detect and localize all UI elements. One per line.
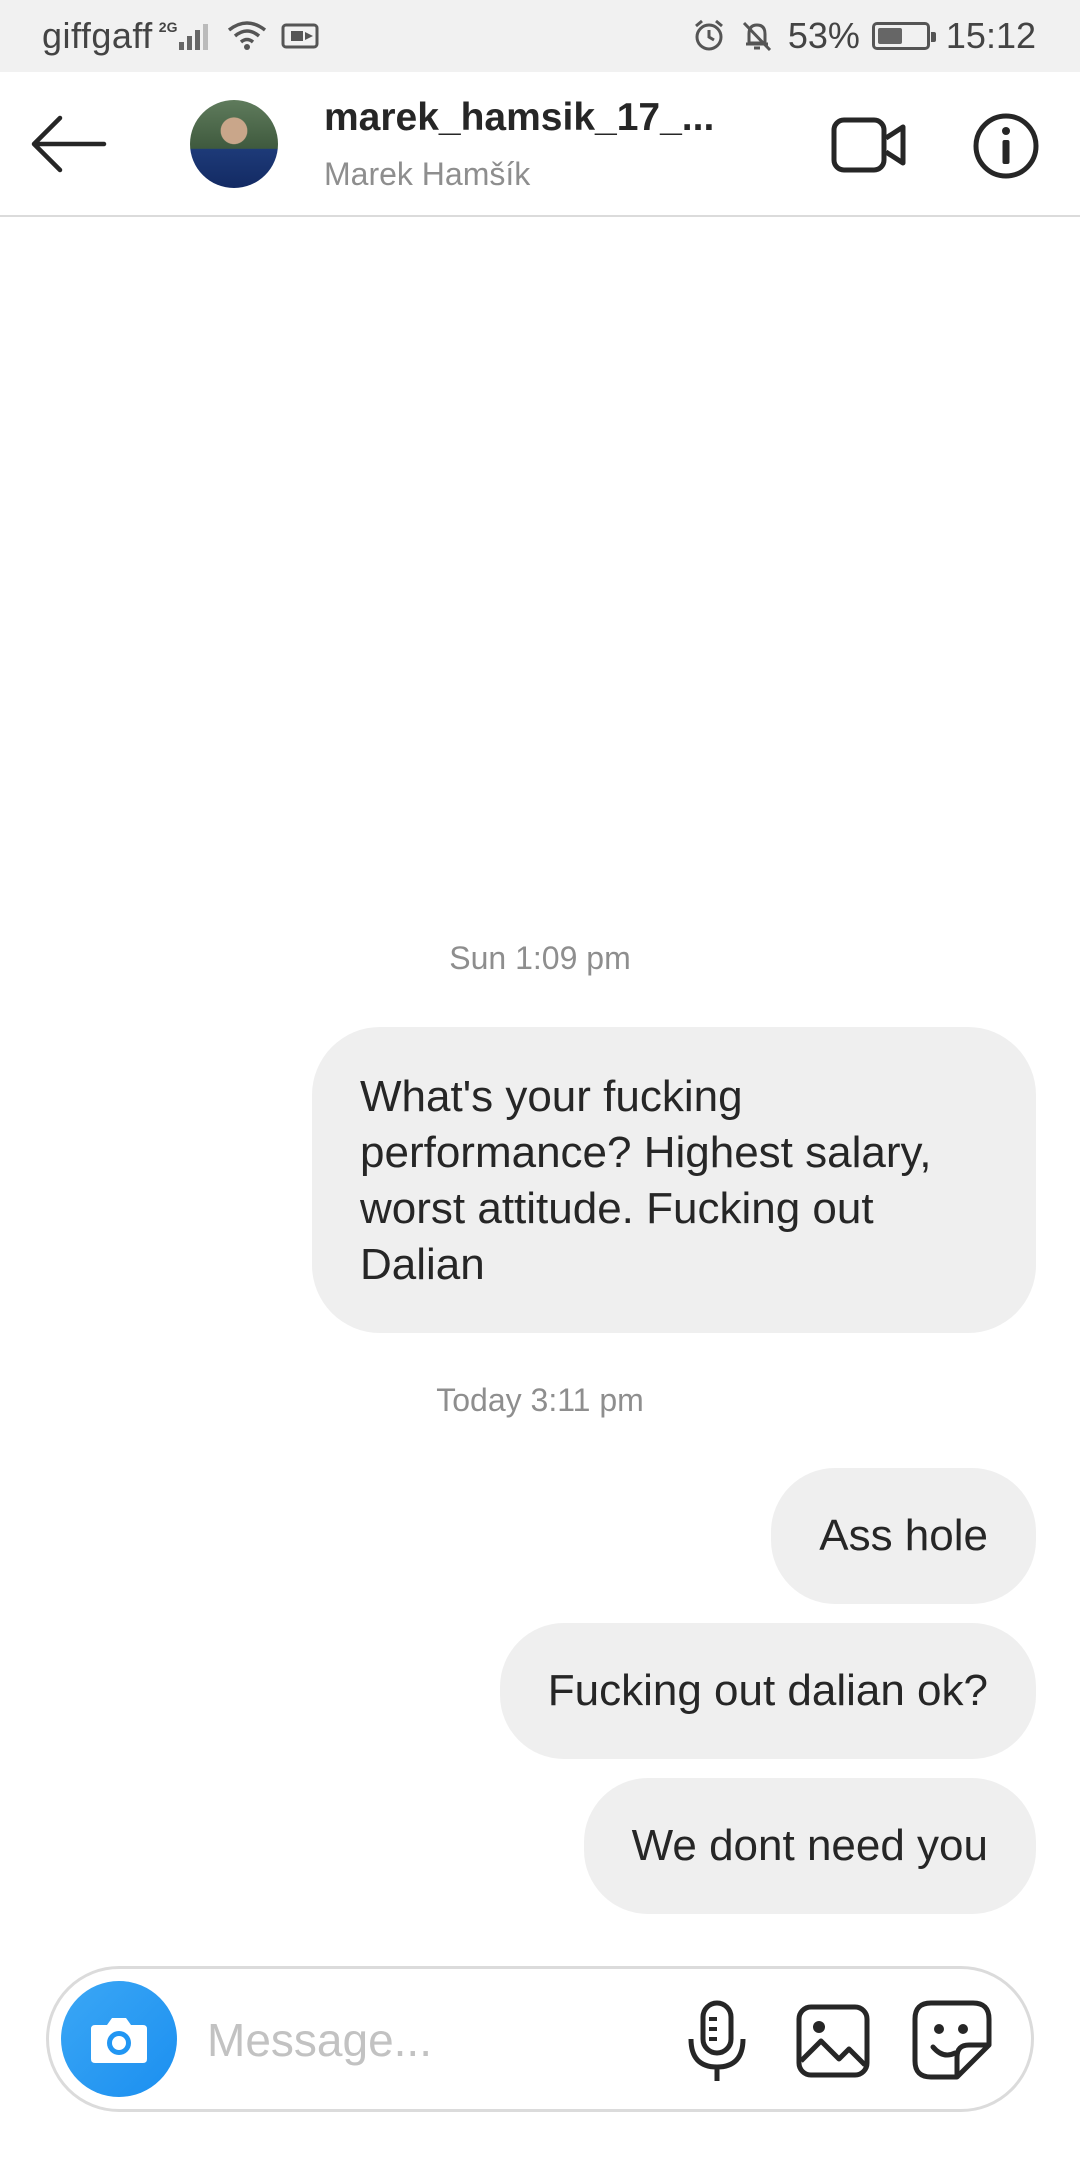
signal-icon xyxy=(179,22,211,50)
message-bubble[interactable]: What's your fucking performance? Highest… xyxy=(312,1027,1036,1333)
message-bubble[interactable]: We dont need you xyxy=(583,1778,1036,1914)
status-right: 53% 15:12 xyxy=(692,15,1036,57)
carrier-name: giffgaff xyxy=(42,15,153,56)
back-arrow-icon xyxy=(31,115,107,173)
sticker-icon xyxy=(912,2000,992,2080)
info-button[interactable] xyxy=(972,112,1040,180)
avatar[interactable] xyxy=(190,100,278,188)
notifications-off-icon xyxy=(740,19,774,53)
back-button[interactable] xyxy=(30,110,110,178)
cast-icon xyxy=(281,22,319,50)
sticker-button[interactable] xyxy=(911,1999,993,2081)
battery-icon xyxy=(871,22,936,50)
microphone-button[interactable] xyxy=(677,1999,757,2085)
message-timestamp: Today 3:11 pm xyxy=(436,1382,644,1418)
battery-fill xyxy=(877,28,902,44)
conversation-header: marek_hamsik_17_... Marek Hamšík xyxy=(0,72,1080,217)
camera-button[interactable] xyxy=(61,1981,177,2097)
message-composer xyxy=(46,1966,1034,2112)
video-call-icon xyxy=(831,117,906,173)
message-timestamp: Sun 1:09 pm xyxy=(449,940,631,976)
header-full-name: Marek Hamšík xyxy=(324,156,531,192)
gallery-icon xyxy=(796,2004,870,2078)
gallery-button[interactable] xyxy=(795,2003,871,2079)
message-input[interactable] xyxy=(205,1995,665,2085)
video-call-button[interactable] xyxy=(830,112,908,178)
clock: 15:12 xyxy=(945,15,1036,56)
network-type: 2G xyxy=(158,19,178,35)
message-bubble[interactable]: Ass hole xyxy=(771,1468,1036,1604)
camera-icon xyxy=(91,2018,147,2063)
message-bubble[interactable]: Fucking out dalian ok? xyxy=(499,1623,1036,1759)
wifi-icon xyxy=(227,20,267,52)
info-icon xyxy=(973,113,1039,179)
alarm-icon xyxy=(692,19,726,53)
header-username[interactable]: marek_hamsik_17_... xyxy=(324,96,714,140)
status-bar: giffgaff 2G 53% 15:12 xyxy=(0,0,1080,72)
status-left: giffgaff 2G xyxy=(42,15,333,57)
microphone-icon xyxy=(688,2000,746,2081)
battery-percent: 53% xyxy=(787,15,860,56)
